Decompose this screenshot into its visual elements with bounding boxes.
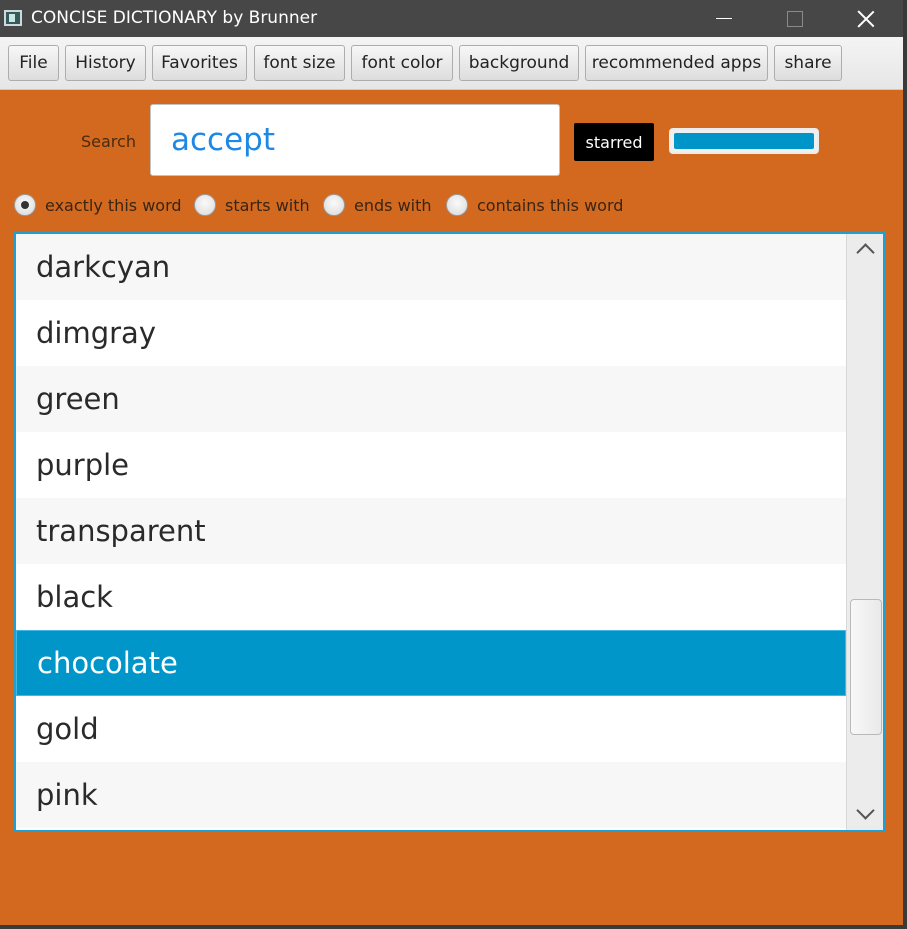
progress-fill [674, 133, 814, 149]
radio-button[interactable] [194, 194, 216, 216]
chevron-up-icon[interactable] [856, 240, 875, 262]
radio-button[interactable] [446, 194, 468, 216]
menu-history-button[interactable]: History [65, 45, 146, 81]
list-item[interactable]: purple [16, 432, 846, 498]
search-label: Search [81, 132, 136, 151]
list-item[interactable]: pink [16, 762, 846, 828]
word-list[interactable]: darkcyan dimgray green purple transparen… [14, 232, 885, 832]
vertical-scrollbar[interactable] [846, 234, 883, 830]
minimize-icon [716, 18, 732, 19]
close-button[interactable] [835, 0, 897, 37]
radio-exactly-this-word[interactable]: exactly this word [14, 192, 182, 218]
menu-font-color-button[interactable]: font color [351, 45, 453, 81]
menu-favorites-button[interactable]: Favorites [152, 45, 247, 81]
radio-label: ends with [354, 195, 432, 215]
radio-label: contains this word [477, 195, 624, 215]
dictionary-app-icon [4, 10, 22, 26]
maximize-button[interactable] [764, 0, 826, 37]
list-item[interactable]: black [16, 564, 846, 630]
title-bar[interactable]: CONCISE DICTIONARY by Brunner [0, 0, 903, 37]
menu-share-button[interactable]: share [774, 45, 842, 81]
menu-background-button[interactable]: background [459, 45, 579, 81]
list-item[interactable]: gold [16, 696, 846, 762]
starred-button[interactable]: starred [574, 123, 654, 161]
radio-label: exactly this word [45, 195, 182, 215]
radio-button[interactable] [14, 194, 36, 216]
radio-starts-with[interactable]: starts with [194, 192, 310, 218]
list-item[interactable]: dimgray [16, 300, 846, 366]
maximize-icon [787, 10, 803, 27]
window-title: CONCISE DICTIONARY by Brunner [31, 8, 318, 28]
menu-file-button[interactable]: File [8, 45, 59, 81]
radio-label: starts with [225, 195, 310, 215]
list-item[interactable]: transparent [16, 498, 846, 564]
scrollbar-thumb[interactable] [850, 599, 882, 735]
menu-bar: File History Favorites font size font co… [0, 37, 903, 90]
radio-button[interactable] [323, 194, 345, 216]
radio-contains-this-word[interactable]: contains this word [446, 192, 623, 218]
search-input[interactable] [150, 104, 560, 176]
radio-ends-with[interactable]: ends with [323, 192, 432, 218]
progress-bar [669, 128, 819, 154]
list-item[interactable]: green [16, 366, 846, 432]
list-item-selected[interactable]: chocolate [16, 630, 846, 696]
list-item[interactable]: darkcyan [16, 234, 846, 300]
menu-recommended-apps-button[interactable]: recommended apps [585, 45, 768, 81]
word-list-rows: darkcyan dimgray green purple transparen… [16, 234, 846, 828]
app-window: CONCISE DICTIONARY by Brunner File Histo… [0, 0, 907, 929]
minimize-button[interactable] [693, 0, 755, 37]
close-icon [857, 10, 875, 28]
chevron-down-icon[interactable] [856, 801, 875, 822]
menu-font-size-button[interactable]: font size [254, 45, 345, 81]
